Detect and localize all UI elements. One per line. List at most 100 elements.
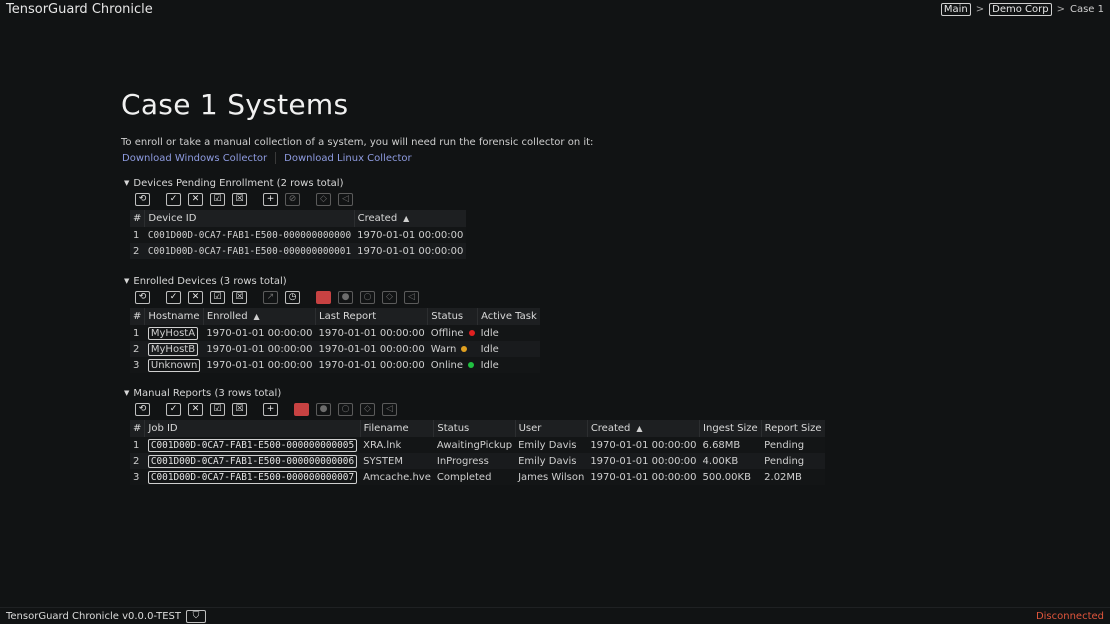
x-box-icon[interactable]: ☒: [232, 402, 247, 416]
ingest-size: 500.00KB: [699, 469, 762, 485]
check-box-icon[interactable]: ☑: [210, 402, 225, 416]
check-box-icon[interactable]: ☑: [210, 290, 225, 304]
column-header[interactable]: User: [515, 420, 588, 437]
pending-section-title: Devices Pending Enrollment (2 rows total…: [133, 177, 344, 189]
download-windows-link[interactable]: Download Windows Collector: [122, 153, 267, 164]
column-header[interactable]: #: [130, 420, 146, 437]
filename: SYSTEM: [360, 453, 434, 469]
reports-table: # Job ID Filename Status User Created ▲ I…: [130, 420, 825, 485]
record-icon[interactable]: ●: [316, 402, 331, 416]
table-row[interactable]: 3 C001D00D-0CA7-FAB1-E500-000000000007 A…: [130, 469, 825, 485]
column-header[interactable]: Filename: [360, 420, 435, 437]
tag-icon[interactable]: ◇: [360, 402, 375, 416]
refresh-icon[interactable]: ⟲: [135, 402, 150, 416]
clock-icon[interactable]: ◷: [285, 290, 300, 304]
tag-icon[interactable]: ◇: [316, 192, 331, 206]
table-row[interactable]: 1 C001D00D-0CA7-FAB1-E500-000000000000 1…: [130, 227, 467, 243]
column-header[interactable]: Last Report: [315, 308, 429, 325]
shield-icon[interactable]: ⛉: [186, 609, 207, 623]
refresh-icon[interactable]: ⟲: [135, 290, 150, 304]
column-header[interactable]: Job ID: [144, 420, 361, 437]
table-row[interactable]: 1 MyHostA 1970-01-01 00:00:00 1970-01-01…: [130, 325, 540, 341]
job-id-cell: C001D00D-0CA7-FAB1-E500-000000000005: [144, 437, 361, 453]
enrolled-section-header[interactable]: ▼ Enrolled Devices (3 rows total): [124, 275, 287, 287]
download-linux-link[interactable]: Download Linux Collector: [284, 153, 411, 164]
table-row[interactable]: 2 C001D00D-0CA7-FAB1-E500-000000000006 S…: [130, 453, 825, 469]
deselect-all-icon[interactable]: ✕: [188, 192, 203, 206]
record-icon[interactable]: ●: [338, 290, 353, 304]
deselect-all-icon[interactable]: ✕: [188, 402, 203, 416]
column-header[interactable]: Enrolled ▲: [203, 308, 317, 325]
column-header[interactable]: Device ID: [144, 210, 355, 227]
delete-button[interactable]: [294, 402, 309, 416]
table-row[interactable]: 2 MyHostB 1970-01-01 00:00:00 1970-01-01…: [130, 341, 540, 357]
column-header[interactable]: Active Task: [477, 308, 540, 325]
tag-icon[interactable]: ◇: [382, 290, 397, 304]
table-row[interactable]: 1 C001D00D-0CA7-FAB1-E500-000000000005 X…: [130, 437, 825, 453]
pending-section-header[interactable]: ▼ Devices Pending Enrollment (2 rows tot…: [124, 177, 343, 189]
sort-asc-icon: ▲: [636, 424, 643, 433]
status-cell: Offline: [427, 325, 478, 341]
row-number: 3: [130, 469, 145, 485]
column-header[interactable]: Status: [427, 308, 479, 325]
job-id-tag[interactable]: C001D00D-0CA7-FAB1-E500-000000000007: [147, 470, 358, 484]
select-all-icon[interactable]: ✓: [166, 290, 181, 304]
sort-asc-icon: ▲: [403, 214, 410, 223]
job-id-tag[interactable]: C001D00D-0CA7-FAB1-E500-000000000005: [147, 438, 358, 452]
row-number: 2: [130, 453, 145, 469]
table-row[interactable]: 3 Unknown 1970-01-01 00:00:00 1970-01-01…: [130, 357, 540, 373]
app-title: TensorGuard Chronicle: [6, 2, 153, 17]
column-header[interactable]: #: [130, 308, 146, 325]
untag-icon[interactable]: ◁: [404, 290, 419, 304]
status-cell: Online: [427, 357, 478, 373]
status-dot-icon: [461, 345, 468, 352]
manual-reports-section: ▼ Manual Reports (3 rows total) ⟲ ✓ ✕ ☑ …: [124, 387, 825, 485]
reports-section-header[interactable]: ▼ Manual Reports (3 rows total): [124, 387, 281, 399]
untag-icon[interactable]: ◁: [382, 402, 397, 416]
circle-icon[interactable]: ○: [360, 290, 375, 304]
ban-icon[interactable]: ⊘: [285, 192, 300, 206]
column-header[interactable]: Created ▲: [587, 420, 701, 437]
column-header[interactable]: Created ▲: [354, 210, 467, 227]
breadcrumb-org[interactable]: Demo Corp: [989, 3, 1052, 16]
export-icon[interactable]: ↗: [263, 290, 278, 304]
x-box-icon[interactable]: ☒: [232, 192, 247, 206]
circle-icon[interactable]: ○: [338, 402, 353, 416]
add-icon[interactable]: +: [263, 402, 278, 416]
top-bar: TensorGuard Chronicle Main > Demo Corp >…: [0, 0, 1110, 19]
column-header[interactable]: Report Size: [761, 420, 825, 437]
column-header[interactable]: #: [130, 210, 146, 227]
enrolled-section-title: Enrolled Devices (3 rows total): [133, 275, 287, 287]
column-header[interactable]: Ingest Size: [699, 420, 762, 437]
add-icon[interactable]: +: [263, 192, 278, 206]
row-number: 1: [130, 227, 145, 243]
column-header[interactable]: Status: [433, 420, 516, 437]
column-header[interactable]: Hostname: [144, 308, 204, 325]
report-status: Completed: [433, 469, 516, 485]
enrolled-table: # Hostname Enrolled ▲ Last Report Status …: [130, 308, 540, 373]
hostname-cell: MyHostB: [144, 341, 204, 357]
select-all-icon[interactable]: ✓: [166, 402, 181, 416]
breadcrumb-main[interactable]: Main: [940, 3, 971, 16]
deselect-all-icon[interactable]: ✕: [188, 290, 203, 304]
user: James Wilson: [515, 469, 588, 485]
untag-icon[interactable]: ◁: [338, 192, 353, 206]
created-time: 1970-01-01 00:00:00: [587, 453, 700, 469]
caret-down-icon: ▼: [124, 179, 130, 187]
hostname-tag[interactable]: MyHostA: [147, 326, 199, 340]
breadcrumb: Main > Demo Corp > Case 1: [940, 3, 1104, 16]
x-box-icon[interactable]: ☒: [232, 290, 247, 304]
delete-button[interactable]: [316, 290, 331, 304]
ingest-size: 6.68MB: [699, 437, 762, 453]
breadcrumb-separator: >: [975, 4, 985, 15]
device-id: C001D00D-0CA7-FAB1-E500-000000000001: [144, 243, 355, 259]
select-all-icon[interactable]: ✓: [166, 192, 181, 206]
hostname-tag[interactable]: Unknown: [147, 358, 201, 372]
check-box-icon[interactable]: ☑: [210, 192, 225, 206]
refresh-icon[interactable]: ⟲: [135, 192, 150, 206]
row-number: 1: [130, 325, 145, 341]
job-id-tag[interactable]: C001D00D-0CA7-FAB1-E500-000000000006: [147, 454, 358, 468]
table-row[interactable]: 2 C001D00D-0CA7-FAB1-E500-000000000001 1…: [130, 243, 467, 259]
status-dot-icon: [468, 361, 475, 368]
hostname-tag[interactable]: MyHostB: [147, 342, 199, 356]
